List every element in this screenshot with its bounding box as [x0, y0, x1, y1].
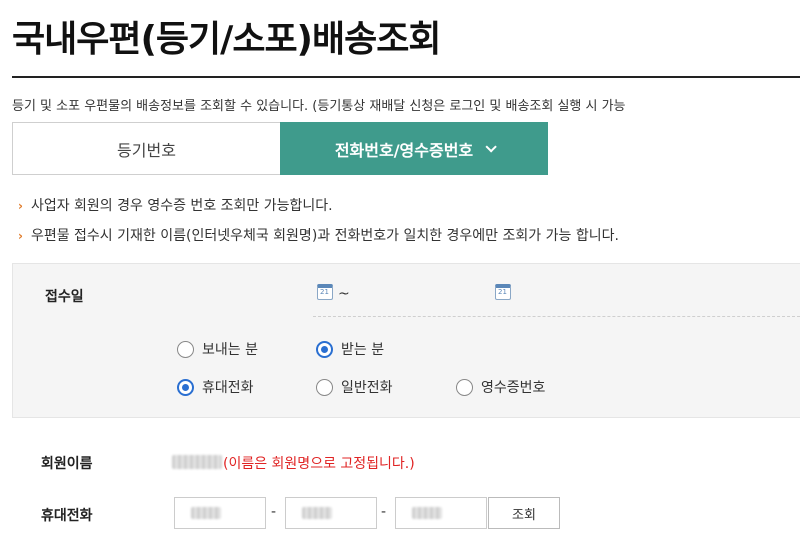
page-title: 국내우편(등기/소포)배송조회: [12, 19, 441, 60]
radio-circle-icon: [456, 378, 473, 396]
list-item: › 우편물 접수시 기재한 이름(인터넷우체국 회원명)과 전화번호가 일치한 경…: [18, 228, 619, 244]
search-filter-panel: 접수일 ~ 보내는 분 받는 분 휴대전화 일반전화 영수증번호: [12, 263, 800, 418]
phone-part2-input[interactable]: [285, 497, 377, 529]
phone-part1-input[interactable]: [174, 497, 266, 529]
chevron-down-icon: [485, 140, 497, 153]
masked-value: [191, 507, 221, 519]
tab-registered-number[interactable]: 등기번호: [12, 122, 280, 175]
radio-checked-icon: [316, 340, 333, 358]
date-separator: ~: [338, 286, 350, 302]
radio-mobile-phone[interactable]: 휴대전화: [177, 377, 254, 397]
chevron-right-icon: ›: [18, 229, 23, 243]
radio-receiver[interactable]: 받는 분: [316, 339, 384, 359]
phone-part3-input[interactable]: [395, 497, 487, 529]
phone-separator: -: [271, 504, 277, 520]
page-description: 등기 및 소포 우편물의 배송정보를 조회할 수 있습니다. (등기통상 재배달…: [12, 99, 626, 114]
masked-value: [412, 507, 442, 519]
radio-circle-icon: [316, 378, 333, 396]
radio-sender[interactable]: 보내는 분: [177, 339, 258, 359]
radio-circle-icon: [177, 340, 194, 358]
chevron-right-icon: ›: [18, 199, 23, 213]
radio-landline[interactable]: 일반전화: [316, 377, 393, 397]
tab-label: 전화번호/영수증번호: [334, 140, 474, 160]
search-type-tabs: 등기번호 전화번호/영수증번호: [12, 122, 548, 175]
member-name-note: (이름은 회원명으로 고정됩니다.): [223, 456, 415, 472]
member-name-value: [172, 455, 222, 469]
member-name-label: 회원이름: [41, 456, 93, 472]
date-divider: [313, 316, 800, 317]
calendar-start-icon[interactable]: [317, 284, 333, 300]
tab-label: 등기번호: [117, 140, 176, 160]
radio-receipt-number[interactable]: 영수증번호: [456, 377, 545, 397]
title-divider: [12, 76, 800, 78]
tab-phone-receipt-number[interactable]: 전화번호/영수증번호: [280, 122, 548, 175]
radio-checked-icon: [177, 378, 194, 396]
date-label: 접수일: [45, 289, 84, 305]
phone-separator: -: [381, 504, 387, 520]
list-item: › 사업자 회원의 경우 영수증 번호 조회만 가능합니다.: [18, 198, 333, 214]
masked-value: [302, 507, 332, 519]
notice-list: › 사업자 회원의 경우 영수증 번호 조회만 가능합니다. › 우편물 접수시 기…: [18, 196, 619, 256]
calendar-end-icon[interactable]: [495, 284, 511, 300]
phone-label: 휴대전화: [41, 508, 93, 524]
search-button[interactable]: 조회: [488, 497, 560, 529]
